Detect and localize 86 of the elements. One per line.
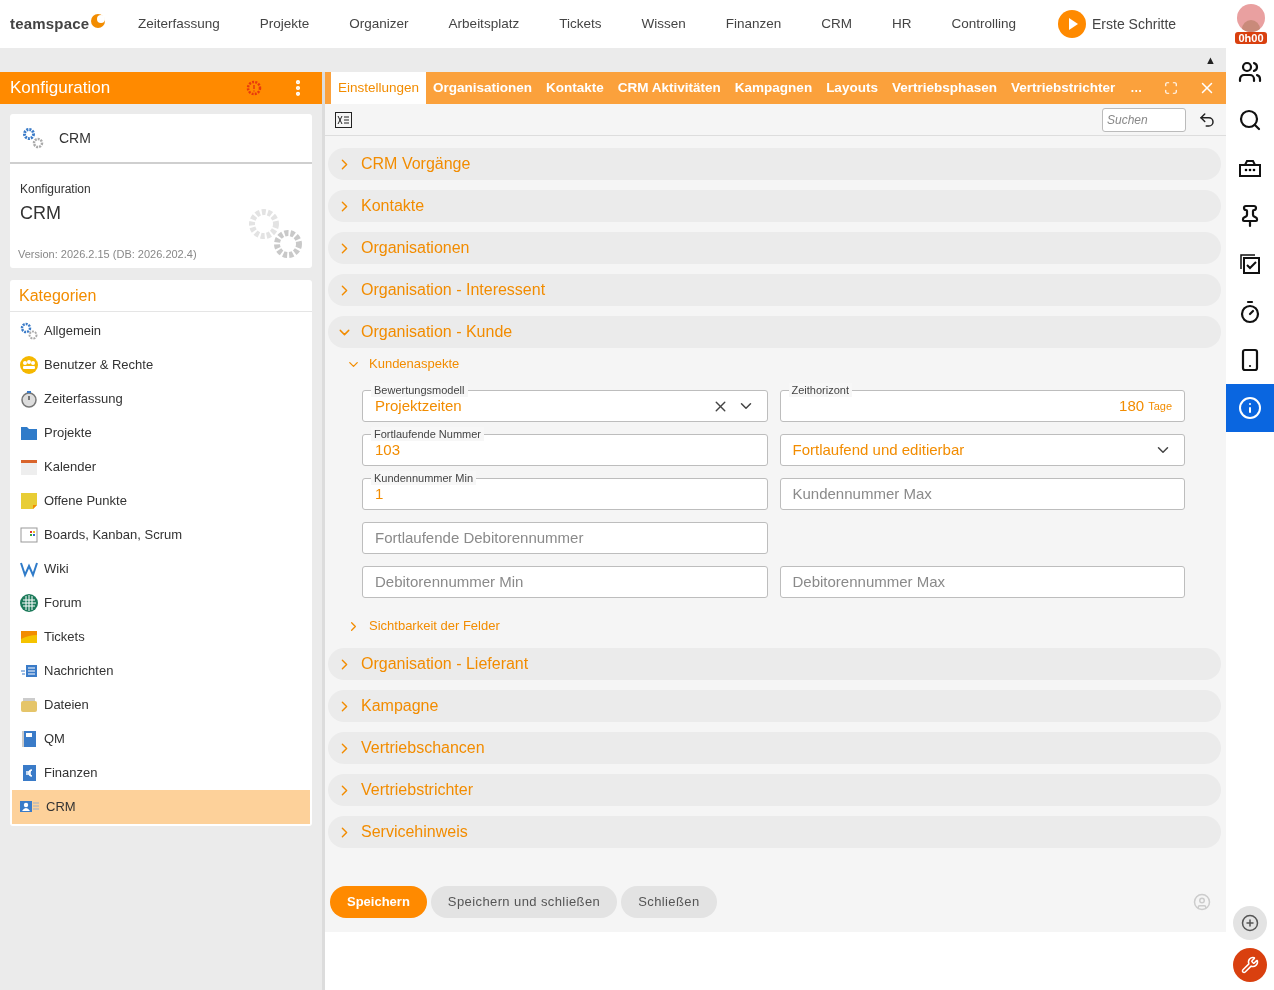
field-value: Fortlaufend und editierbar xyxy=(792,439,965,460)
stopwatch-icon xyxy=(20,390,38,408)
book-icon xyxy=(20,730,38,748)
panel-title: Konfiguration xyxy=(10,77,111,100)
category-item[interactable]: Offene Punkte xyxy=(12,484,310,518)
nav-link[interactable]: Arbeitsplatz xyxy=(430,13,538,35)
stopwatch-icon[interactable] xyxy=(1238,300,1262,324)
info-title: CRM xyxy=(20,202,62,225)
gears-icon xyxy=(20,322,38,340)
add-button[interactable] xyxy=(1233,906,1267,940)
unit-label: Tage xyxy=(1148,398,1172,414)
start-button[interactable]: Erste Schritte xyxy=(1058,10,1177,38)
undo-icon[interactable] xyxy=(1198,110,1216,129)
toolbox-icon[interactable] xyxy=(1239,159,1261,177)
category-item[interactable]: CRM xyxy=(12,790,310,824)
field-placeholder: Debitorennummer Min xyxy=(375,571,524,592)
play-icon xyxy=(1058,10,1087,38)
category-item[interactable]: Boards, Kanban, Scrum xyxy=(12,518,310,552)
field-label: Zeithorizont xyxy=(788,383,852,397)
input-field[interactable]: Debitorennummer Min xyxy=(362,566,768,598)
nav-link[interactable]: Finanzen xyxy=(707,13,800,35)
category-item[interactable]: Finanzen xyxy=(12,756,310,790)
field-placeholder: Debitorennummer Max xyxy=(792,571,946,592)
category-item[interactable]: Zeiterfassung xyxy=(12,382,310,416)
info-icon xyxy=(1238,396,1262,420)
checklist-icon[interactable] xyxy=(1239,253,1261,275)
categories-title: Kategorien xyxy=(19,285,97,306)
users-icon[interactable] xyxy=(1238,60,1262,84)
category-item[interactable]: Projekte xyxy=(12,416,310,450)
field-label: Kundennummer Min xyxy=(371,471,477,485)
nav-link[interactable]: Organizer xyxy=(331,13,427,35)
category-item[interactable]: Allgemein xyxy=(12,314,310,348)
board-icon xyxy=(20,526,38,544)
calendar-icon xyxy=(20,458,38,476)
users-icon xyxy=(20,356,38,374)
wrench-icon xyxy=(1241,956,1259,974)
time-badge: 0h00 xyxy=(1235,32,1267,44)
field-value: 103 xyxy=(375,439,401,460)
nav-link[interactable]: CRM xyxy=(803,13,870,35)
nav-link[interactable]: Projekte xyxy=(241,13,328,35)
category-item[interactable]: Forum xyxy=(12,586,310,620)
nav-link[interactable]: Wissen xyxy=(623,13,704,35)
logo-icon xyxy=(91,14,106,28)
folder-icon xyxy=(20,424,38,442)
nav-link[interactable]: Controlling xyxy=(933,13,1035,35)
module-name: CRM xyxy=(59,128,91,148)
secondary-button[interactable]: Schließen xyxy=(621,886,717,918)
category-item[interactable]: Dateien xyxy=(12,688,310,722)
field-label: Fortlaufende Nummer xyxy=(371,427,484,441)
category-item[interactable]: Kalender xyxy=(12,450,310,484)
input-field[interactable]: Fortlaufende Debitorennummer xyxy=(362,522,768,554)
category-item[interactable]: Wiki xyxy=(12,552,310,586)
avatar[interactable] xyxy=(1237,4,1265,32)
messages-icon xyxy=(20,662,38,680)
version-text: Version: 2026.2.15 (DB: 2026.202.4) xyxy=(18,246,197,262)
secondary-button[interactable]: Speichern und schließen xyxy=(430,886,618,918)
field-placeholder: Fortlaufende Debitorennummer xyxy=(375,527,584,548)
search-field[interactable]: Suchen xyxy=(1102,107,1186,132)
nav-link[interactable]: HR xyxy=(874,13,930,35)
nav-link[interactable]: Tickets xyxy=(541,13,620,35)
folder-icon xyxy=(20,696,38,714)
category-item[interactable]: Benutzer & Rechte xyxy=(12,348,310,382)
field-label: Bewertungsmodell xyxy=(371,383,468,397)
input-field[interactable]: Kundennummer Max xyxy=(779,478,1185,510)
scroll-up-button[interactable]: ▲ xyxy=(1205,51,1216,69)
info-label: Konfiguration xyxy=(20,181,92,198)
input-field[interactable]: Debitorennummer Max xyxy=(779,566,1185,598)
globe-icon xyxy=(20,594,38,612)
logo-text[interactable]: teamspace xyxy=(10,12,90,36)
field-value: 1 xyxy=(375,483,384,504)
wiki-icon xyxy=(20,560,38,578)
search-icon[interactable] xyxy=(1238,108,1262,132)
wrench-button[interactable] xyxy=(1233,948,1267,982)
gears-icon xyxy=(22,127,44,149)
category-item[interactable]: Nachrichten xyxy=(12,654,310,688)
plus-icon xyxy=(1241,914,1259,932)
sticky-note-icon xyxy=(20,492,38,510)
category-item[interactable]: QM xyxy=(12,722,310,756)
field-value: 180 xyxy=(1119,395,1145,416)
excel-export-icon[interactable] xyxy=(335,111,352,128)
category-item[interactable]: Tickets xyxy=(12,620,310,654)
nav-link[interactable]: Zeiterfassung xyxy=(120,13,238,35)
field-value: Projektzeiten xyxy=(375,396,462,416)
info-button[interactable] xyxy=(1226,384,1274,432)
field-placeholder: Kundennummer Max xyxy=(792,483,932,504)
ticket-icon xyxy=(20,628,38,646)
